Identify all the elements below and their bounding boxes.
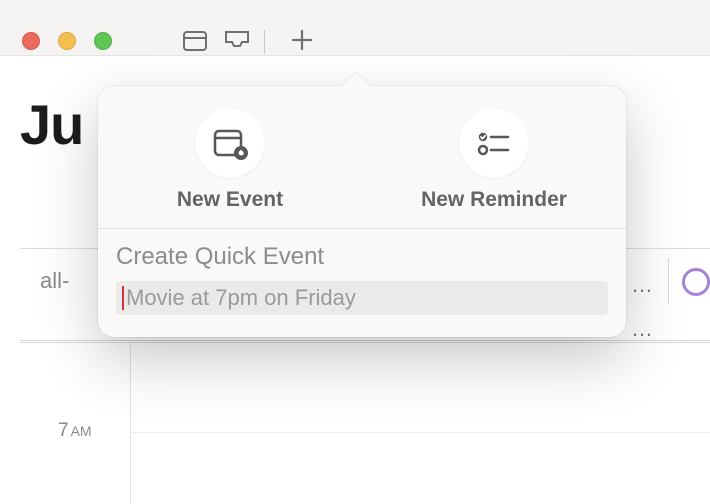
- grid-column-separator: [130, 340, 131, 504]
- quick-event-section: Create Quick Event: [98, 229, 626, 337]
- calendar-add-icon: [195, 108, 265, 178]
- reminders-list-icon: [459, 108, 529, 178]
- event-overflow-indicator[interactable]: …: [631, 316, 654, 342]
- time-hour: 7: [58, 420, 69, 441]
- calendar-icon: [182, 28, 208, 57]
- window-minimize-button[interactable]: [58, 32, 76, 50]
- all-day-row-label: all-: [40, 268, 69, 294]
- quick-event-title: Create Quick Event: [116, 243, 608, 271]
- reminder-ring-icon[interactable]: [682, 268, 710, 296]
- toolbar-separator: [264, 30, 265, 54]
- new-reminder-label: New Reminder: [421, 188, 567, 212]
- grid-hour-line: [130, 432, 710, 433]
- window-close-button[interactable]: [22, 32, 40, 50]
- quick-event-field: [116, 281, 608, 315]
- time-ampm: AM: [69, 423, 92, 439]
- new-event-button[interactable]: New Event: [98, 108, 362, 212]
- window-titlebar: [0, 0, 710, 56]
- new-reminder-button[interactable]: New Reminder: [362, 108, 626, 212]
- grid-column-separator: [668, 258, 669, 304]
- plus-icon: [291, 29, 313, 56]
- add-toolbar-button[interactable]: [281, 24, 323, 60]
- event-overflow-indicator[interactable]: …: [631, 272, 654, 298]
- grid-line: [20, 342, 710, 343]
- tray-icon: [223, 29, 251, 56]
- text-cursor: [122, 286, 124, 310]
- add-popover: New Event New Reminder Create Quick Even…: [98, 86, 626, 337]
- window-toolbar: [174, 24, 323, 60]
- calendars-toolbar-button[interactable]: [174, 24, 216, 60]
- window-fullscreen-button[interactable]: [94, 32, 112, 50]
- quick-event-input[interactable]: [116, 281, 608, 315]
- inbox-toolbar-button[interactable]: [216, 24, 258, 60]
- month-title: Ju: [20, 92, 83, 157]
- grid-line: [20, 340, 710, 341]
- add-popover-options: New Event New Reminder: [98, 86, 626, 228]
- time-row-label: 7AM: [58, 420, 92, 442]
- new-event-label: New Event: [177, 188, 283, 212]
- window-traffic-lights: [22, 32, 112, 50]
